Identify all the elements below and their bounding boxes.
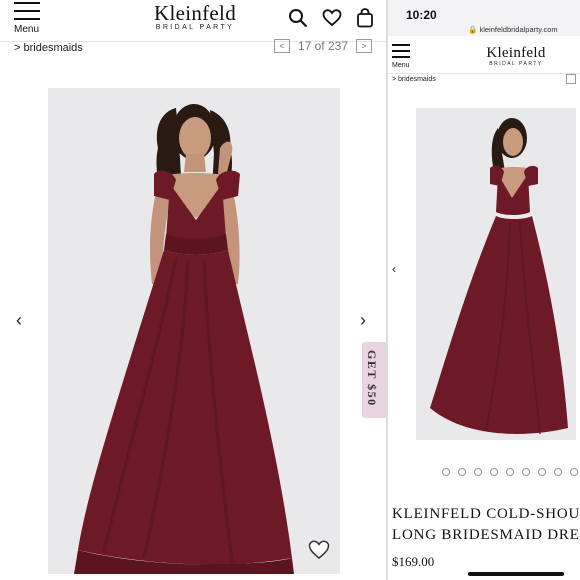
status-time: 10:20: [406, 8, 437, 22]
brand-name: Kleinfeld: [486, 45, 546, 61]
brand-name: Kleinfeld: [153, 1, 236, 25]
carousel-next-button[interactable]: ›: [360, 310, 366, 331]
dress-model-illustration: [416, 108, 576, 440]
shopping-bag-icon[interactable]: [356, 8, 374, 28]
pager-next-button[interactable]: >: [356, 39, 372, 53]
promo-tab-label: GET $50: [365, 350, 379, 407]
pager-next-button[interactable]: [566, 74, 576, 84]
pager-count: 17 of 237: [297, 39, 348, 53]
promo-tab[interactable]: GET $50: [362, 342, 386, 418]
hamburger-menu-icon[interactable]: [392, 44, 410, 58]
home-indicator: [468, 572, 564, 576]
carousel-dot[interactable]: [522, 468, 530, 476]
address-bar[interactable]: 🔒 kleinfeldbridalparty.com: [468, 25, 558, 34]
carousel-dots: [442, 468, 580, 476]
pager-prev-button[interactable]: <: [273, 39, 290, 53]
site-header: Menu Kleinfeld BRIDAL PARTY: [0, 0, 386, 42]
right-screenshot-panel: 10:20 🔒 kleinfeldbridalparty.com Menu Kl…: [386, 0, 580, 580]
carousel-dot[interactable]: [458, 468, 466, 476]
carousel-dot[interactable]: [538, 468, 546, 476]
menu-label[interactable]: Menu: [392, 62, 410, 69]
breadcrumb-row: > bridesmaids < 17 of 237 >: [0, 39, 386, 64]
carousel-dot[interactable]: [506, 468, 514, 476]
carousel-prev-button[interactable]: ‹: [392, 262, 396, 276]
carousel-prev-button[interactable]: ‹: [16, 310, 22, 331]
product-pager: < 17 of 237 >: [273, 39, 372, 53]
brand-logo[interactable]: Kleinfeld BRIDAL PARTY: [130, 2, 260, 31]
mobile-site-header: Menu Kleinfeld BRIDAL PARTY: [388, 36, 580, 74]
lock-icon: 🔒: [468, 25, 478, 34]
status-bar: 10:20 🔒 kleinfeldbridalparty.com: [388, 0, 580, 36]
breadcrumb[interactable]: > bridesmaids: [392, 76, 436, 83]
brand-subtitle: BRIDAL PARTY: [489, 61, 543, 67]
product-image[interactable]: [48, 88, 340, 574]
brand-subtitle: BRIDAL PARTY: [155, 24, 235, 31]
carousel-dot[interactable]: [442, 468, 450, 476]
product-price: $169.00: [392, 554, 435, 569]
brand-logo[interactable]: Kleinfeld BRIDAL PARTY: [476, 45, 556, 68]
header-icons: [288, 8, 374, 28]
carousel-dot[interactable]: [570, 468, 578, 476]
product-image[interactable]: [416, 108, 576, 440]
dress-model-illustration: [48, 88, 340, 574]
product-title-line-1: KLEINFELD COLD-SHOU: [392, 506, 580, 522]
carousel-dot[interactable]: [554, 468, 562, 476]
menu-label[interactable]: Menu: [14, 24, 39, 35]
left-screenshot-panel: Menu Kleinfeld BRIDAL PARTY > bridesmaid…: [0, 0, 386, 580]
product-title: KLEINFELD COLD-SHOU LONG BRIDESMAID DRE: [392, 504, 580, 546]
search-icon[interactable]: [288, 8, 308, 28]
breadcrumb[interactable]: > bridesmaids: [14, 42, 83, 54]
heart-icon[interactable]: [322, 9, 342, 27]
address-url: kleinfeldbridalparty.com: [479, 25, 558, 34]
hamburger-menu-icon[interactable]: [14, 2, 40, 20]
carousel-dot[interactable]: [490, 468, 498, 476]
carousel-dot[interactable]: [474, 468, 482, 476]
favorite-heart-icon[interactable]: [308, 540, 330, 560]
product-title-line-2: LONG BRIDESMAID DRE: [392, 527, 580, 543]
